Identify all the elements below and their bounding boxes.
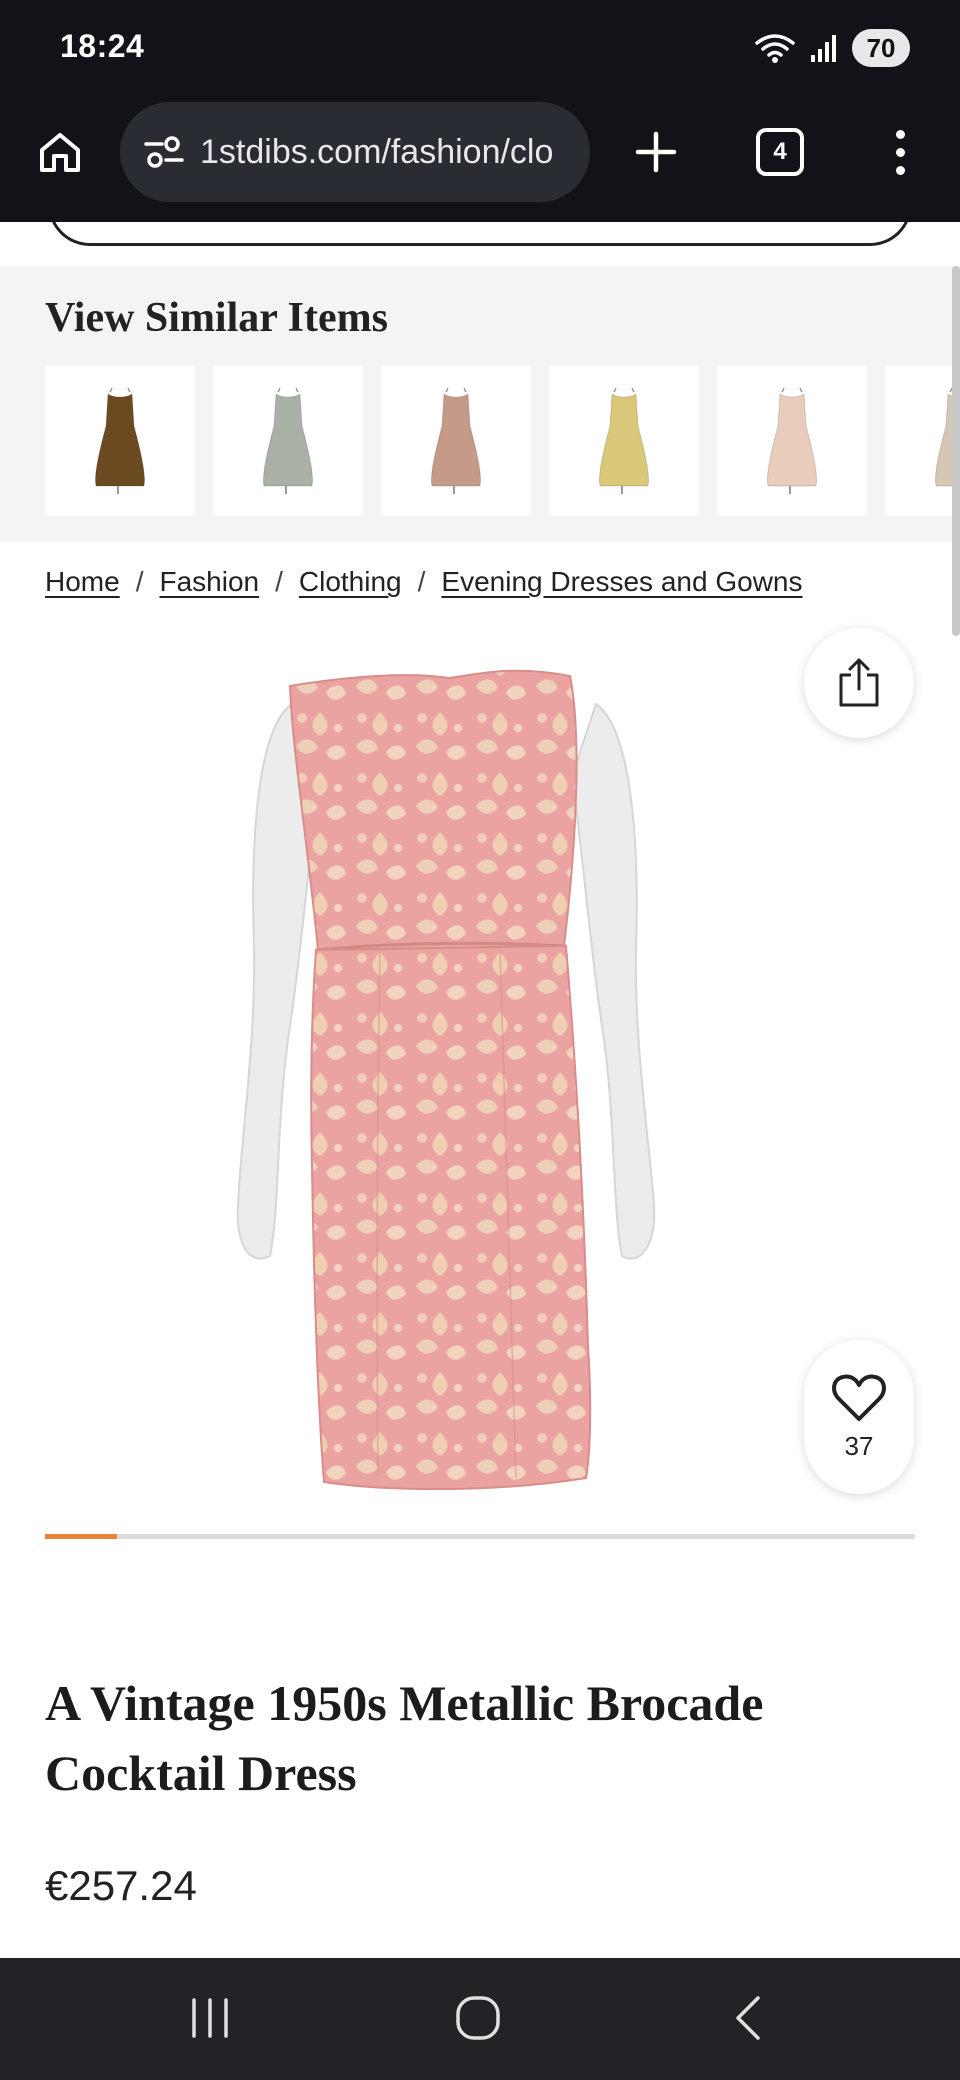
- grey-dress-thumbnail: [263, 387, 313, 494]
- similar-items-title: View Similar Items: [45, 295, 388, 341]
- gold-dress-thumbnail: [599, 387, 649, 494]
- recent-apps-button[interactable]: [170, 1988, 250, 2048]
- signal-icon: [810, 33, 838, 63]
- breadcrumb-separator: /: [275, 566, 283, 597]
- breadcrumb-link-home[interactable]: Home: [45, 566, 120, 598]
- favorite-button[interactable]: 37: [804, 1340, 914, 1494]
- breadcrumb-link-clothing[interactable]: Clothing: [299, 566, 402, 598]
- status-bar: 18:24 70: [0, 0, 960, 96]
- breadcrumb-separator: /: [135, 566, 144, 597]
- similar-item-thumbnail[interactable]: [885, 366, 960, 516]
- gallery-progress-track: [45, 1534, 915, 1539]
- status-time: 18:24: [60, 28, 145, 64]
- similar-item-thumbnail[interactable]: [549, 366, 699, 516]
- share-button[interactable]: [804, 628, 914, 738]
- dress-on-mannequin-image: [236, 669, 656, 1491]
- home-button[interactable]: [30, 122, 90, 182]
- product-price: €257.24: [45, 1862, 197, 1909]
- address-bar[interactable]: 1stdibs.com/fashion/clo: [120, 102, 590, 202]
- similar-item-thumbnail[interactable]: [717, 366, 867, 516]
- menu-dot: [895, 147, 905, 157]
- scrollbar-thumb[interactable]: [952, 266, 960, 636]
- home-circle-icon: [456, 1996, 500, 2040]
- home-nav-button[interactable]: [438, 1988, 518, 2048]
- browser-toolbar: 1stdibs.com/fashion/clo 4: [0, 96, 960, 222]
- similar-item-thumbnail[interactable]: [381, 366, 531, 516]
- tab-switcher-button[interactable]: 4: [756, 128, 804, 176]
- gallery-progress-fill: [45, 1534, 118, 1539]
- bronze-dress-thumbnail: [95, 387, 145, 494]
- site-settings-icon[interactable]: [142, 130, 186, 174]
- recent-apps-icon: [192, 1998, 228, 2038]
- share-icon: [839, 658, 879, 707]
- favorite-count: 37: [844, 1430, 874, 1461]
- similar-items-carousel[interactable]: [45, 366, 960, 516]
- url-text[interactable]: 1stdibs.com/fashion/clo: [200, 133, 590, 172]
- similar-item-thumbnail[interactable]: [45, 366, 195, 516]
- scrolled-button-edge[interactable]: [48, 222, 912, 246]
- product-image[interactable]: [230, 646, 730, 1506]
- heart-icon: [832, 1374, 886, 1421]
- back-button[interactable]: [708, 1988, 788, 2048]
- home-icon: [40, 133, 80, 172]
- menu-dot: [895, 129, 905, 139]
- battery-indicator: 70: [852, 29, 910, 67]
- wifi-icon: [754, 31, 796, 65]
- breadcrumb-link-fashion[interactable]: Fashion: [159, 566, 259, 598]
- similar-items-section: View Similar Items: [0, 266, 960, 542]
- breadcrumb-link-evening-dresses-and-gowns[interactable]: Evening Dresses and Gowns: [441, 566, 802, 598]
- back-chevron-icon: [736, 1996, 760, 2040]
- blush-dress-thumbnail: [767, 387, 817, 494]
- rose-dress-thumbnail: [431, 387, 481, 494]
- status-icons: 70: [754, 28, 910, 68]
- similar-item-thumbnail[interactable]: [213, 366, 363, 516]
- system-navigation-bar: [0, 1958, 960, 2080]
- page-content: View Similar Items Home / Fashion / Clothing…: [0, 222, 960, 1958]
- breadcrumb: Home / Fashion / Clothing / Evening Dresses an…: [45, 566, 802, 598]
- browser-menu-button[interactable]: [880, 122, 920, 182]
- product-title: A Vintage 1950s Metallic Brocade Cocktai…: [45, 1675, 764, 1801]
- breadcrumb-separator: /: [417, 566, 426, 597]
- new-tab-button[interactable]: [626, 122, 686, 182]
- plus-icon: [635, 131, 677, 173]
- menu-dot: [895, 165, 905, 175]
